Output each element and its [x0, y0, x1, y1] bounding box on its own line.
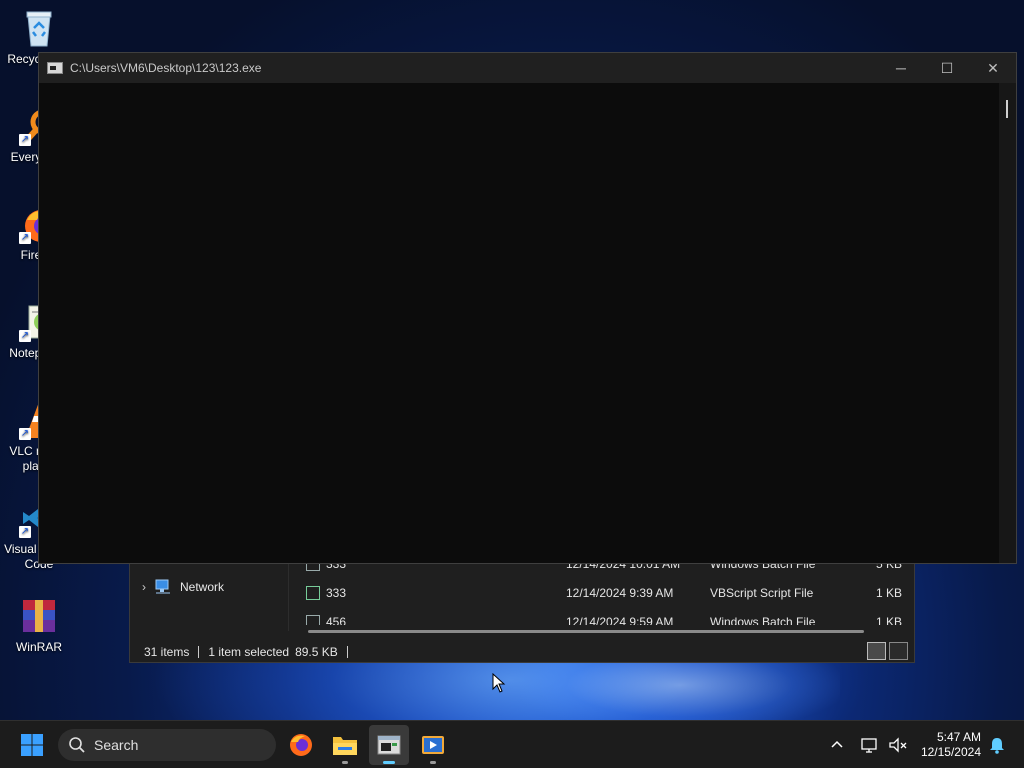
active-indicator: [383, 761, 395, 764]
file-row[interactable]: 456 12/14/2024 9:59 AM Windows Batch Fil…: [306, 611, 906, 625]
firefox-icon: [290, 734, 312, 756]
mouse-cursor-icon: [492, 673, 506, 693]
scrollbar-thumb[interactable]: [1006, 100, 1008, 118]
window-title: C:\Users\VM6\Desktop\123\123.exe: [70, 61, 262, 75]
taskbar-file-explorer[interactable]: [325, 725, 365, 765]
file-row[interactable]: 333 12/14/2024 9:39 AM VBScript Script F…: [306, 582, 906, 604]
nav-item-label: Network: [180, 580, 225, 594]
console-output-area[interactable]: [39, 83, 999, 563]
shortcut-arrow-icon: ↗: [19, 330, 31, 342]
network-icon: [155, 579, 170, 594]
network-status-icon[interactable]: [860, 736, 880, 754]
windows-logo-icon: [21, 734, 43, 756]
close-icon: ✕: [987, 59, 999, 76]
console-app-icon: [377, 735, 401, 755]
chevron-right-icon[interactable]: ›: [142, 580, 146, 594]
shortcut-arrow-icon: ↗: [19, 134, 31, 146]
nav-item-network[interactable]: › Network: [142, 579, 224, 595]
maximize-icon: ☐: [940, 59, 954, 76]
selection-size: 89.5 KB: [295, 645, 338, 659]
file-size: 1 KB: [875, 586, 902, 600]
view-toggle: [867, 642, 908, 660]
file-type: Windows Batch File: [710, 615, 816, 625]
file-list: 333 12/14/2024 10:01 AM Windows Batch Fi…: [306, 555, 906, 625]
start-button[interactable]: [12, 725, 52, 765]
file-date: 12/14/2024 9:39 AM: [566, 586, 674, 600]
running-indicator: [430, 761, 436, 764]
winrar-icon: [19, 596, 59, 636]
file-date: 12/14/2024 9:59 AM: [566, 615, 674, 625]
file-size: 1 KB: [875, 615, 902, 625]
media-player-icon: [422, 736, 444, 754]
minimize-icon: ─: [896, 60, 906, 76]
console-window[interactable]: C:\Users\VM6\Desktop\123\123.exe ─ ☐ ✕: [38, 52, 1017, 564]
details-view-icon[interactable]: [867, 642, 886, 660]
status-bar: 31 items 1 item selected 89.5 KB: [130, 641, 914, 663]
shortcut-arrow-icon: ↗: [19, 232, 31, 244]
shortcut-arrow-icon: ↗: [19, 526, 31, 538]
batch-file-icon: [306, 615, 320, 625]
shortcut-arrow-icon: ↗: [19, 428, 31, 440]
desktop-icon-label: WinRAR: [15, 640, 62, 654]
file-name: 333: [326, 586, 347, 600]
running-indicator: [342, 761, 348, 764]
search-placeholder: Search: [94, 737, 139, 753]
chevron-up-icon[interactable]: [828, 736, 846, 754]
clock-date: 12/15/2024: [920, 745, 981, 759]
status-divider: [346, 646, 348, 658]
file-type: VBScript Script File: [710, 586, 814, 600]
taskbar-firefox[interactable]: [281, 725, 321, 765]
console-app-icon: [47, 62, 63, 74]
taskbar: Search 5:47 AM 12/15/2024: [0, 720, 1024, 768]
item-count: 31 items: [144, 645, 190, 659]
horizontal-scrollbar[interactable]: [308, 630, 864, 633]
system-tray: [828, 721, 908, 768]
status-divider: [198, 646, 200, 658]
maximize-button[interactable]: ☐: [924, 53, 970, 83]
minimize-button[interactable]: ─: [878, 53, 924, 83]
console-titlebar[interactable]: C:\Users\VM6\Desktop\123\123.exe ─ ☐ ✕: [39, 53, 1016, 83]
clock-time: 5:47 AM: [936, 730, 981, 744]
selection-count: 1 item selected: [208, 645, 290, 659]
desktop-icon-winrar[interactable]: WinRAR: [0, 596, 78, 655]
recycle-bin-icon: [19, 8, 59, 48]
vbscript-file-icon: [306, 586, 320, 600]
console-scrollbar[interactable]: [999, 83, 1016, 563]
close-button[interactable]: ✕: [970, 53, 1016, 83]
taskbar-search-box[interactable]: Search: [58, 729, 276, 761]
volume-muted-icon[interactable]: [888, 736, 908, 754]
file-name: 456: [326, 615, 347, 625]
search-icon: [69, 737, 85, 753]
folder-icon: [333, 737, 357, 755]
taskbar-console[interactable]: [369, 725, 409, 765]
notification-bell-icon[interactable]: [988, 736, 1006, 754]
system-clock[interactable]: 5:47 AM 12/15/2024: [921, 730, 981, 760]
large-icons-view-icon[interactable]: [889, 642, 908, 660]
taskbar-media-player[interactable]: [413, 725, 453, 765]
